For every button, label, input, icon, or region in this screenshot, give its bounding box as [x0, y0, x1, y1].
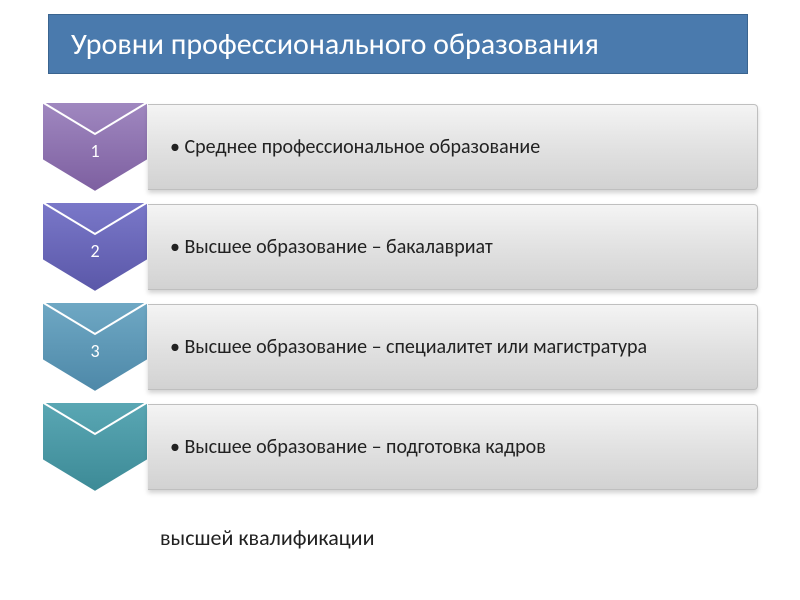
- list-item: 3 • Высшее образование – специалитет или…: [40, 300, 760, 400]
- level-text: • Высшее образование – бакалавриат: [170, 234, 493, 260]
- level-box: • Высшее образование – подготовка кадров: [148, 404, 758, 490]
- chevron-number: [40, 400, 150, 495]
- level-text: • Высшее образование – подготовка кадров: [170, 434, 546, 460]
- list-item: 1 • Среднее профессиональное образование: [40, 100, 760, 200]
- level-box: • Высшее образование – специалитет или м…: [148, 304, 758, 390]
- footer-text: высшей квалификации: [160, 524, 374, 551]
- level-text: • Высшее образование – специалитет или м…: [170, 334, 647, 360]
- chevron-number: 1: [40, 100, 150, 195]
- chevron-number: 3: [40, 300, 150, 395]
- levels-list: 1 • Среднее профессиональное образование: [40, 100, 760, 500]
- level-text: • Среднее профессиональное образование: [170, 134, 540, 160]
- chevron-number: 2: [40, 200, 150, 295]
- slide: Уровни профессионального образования 1: [0, 0, 800, 600]
- level-box: • Среднее профессиональное образование: [148, 104, 758, 190]
- list-item: 2 • Высшее образование – бакалавриат: [40, 200, 760, 300]
- page-title: Уровни профессионального образования: [48, 14, 748, 74]
- level-box: • Высшее образование – бакалавриат: [148, 204, 758, 290]
- list-item: • Высшее образование – подготовка кадров: [40, 400, 760, 500]
